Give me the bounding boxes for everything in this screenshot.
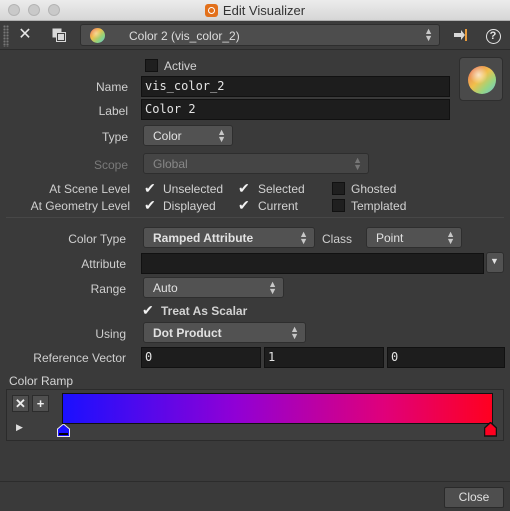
scene-level-label: At Scene Level [49,182,130,196]
scene-ghosted-checkbox[interactable] [332,182,345,195]
color-type-label: Color Type [68,232,126,246]
geometry-displayed-checkbox[interactable]: ✔ [144,198,158,212]
geometry-current-checkbox[interactable]: ✔ [238,198,252,212]
scene-unselected-label: Unselected [163,182,224,196]
chevron-updown-icon: ▲ ▼ [446,229,455,246]
footer: Close [0,481,510,511]
chevron-updown-icon: ▲ ▼ [290,324,299,341]
ramp-key-start-marker[interactable] [57,424,70,437]
geometry-displayed-label: Displayed [163,199,216,213]
color-type-select-value: Ramped Attribute [153,231,254,245]
scene-ghosted-label: Ghosted [351,182,397,196]
copy-icon[interactable] [48,24,70,46]
name-label: Name [95,80,128,94]
chevron-updown-icon: ▲ ▼ [217,127,226,144]
label-label: Label [98,104,128,118]
name-field[interactable]: vis_color_2 [141,76,450,97]
treat-as-scalar-label: Treat As Scalar [161,304,248,318]
window-title: Edit Visualizer [222,3,306,18]
attribute-label: Attribute [81,257,126,271]
chevron-updown-icon: ▲ ▼ [353,155,362,172]
ramp-key-end-marker[interactable] [484,422,497,437]
active-checkbox[interactable] [145,59,158,72]
help-icon[interactable]: ? [482,24,504,46]
expand-triangle-icon[interactable]: ▶ [16,422,23,433]
chevron-updown-icon: ▲ ▼ [299,229,308,246]
scope-select: Global ▲ ▼ [143,153,369,174]
add-key-icon[interactable]: + [32,395,49,412]
range-label: Range [90,282,126,296]
color-type-select[interactable]: Ramped Attribute ▲ ▼ [143,227,315,248]
class-select[interactable]: Point ▲ ▼ [366,227,462,248]
reference-vector-y[interactable]: 1 [264,347,384,368]
range-select-value: Auto [153,281,178,295]
type-select[interactable]: Color ▲ ▼ [143,125,233,146]
title-bar: Edit Visualizer [0,0,510,21]
close-button[interactable]: Close [444,487,504,508]
chevron-down-icon: ▼ [490,256,499,266]
color-ramp-label: Color Ramp [9,374,74,388]
chevron-updown-icon: ▲ ▼ [424,26,433,43]
reference-vector-z[interactable]: 0 [387,347,505,368]
color-ball-icon [468,66,496,94]
using-select-value: Dot Product [153,326,222,340]
section-divider [6,217,504,218]
remove-key-icon[interactable]: ✕ [12,395,29,412]
treat-as-scalar-checkbox[interactable]: ✔ [142,303,156,317]
class-label: Class [321,232,352,246]
type-label: Type [101,130,128,144]
scope-select-value: Global [153,157,188,171]
using-select[interactable]: Dot Product ▲ ▼ [143,322,306,343]
reference-vector-x[interactable]: 0 [141,347,261,368]
visualizer-select-value: Color 2 (vis_color_2) [129,29,240,43]
close-icon[interactable]: ✕ [14,24,36,46]
geometry-templated-label: Templated [351,199,407,213]
scene-selected-checkbox[interactable]: ✔ [238,181,252,195]
visualizer-select[interactable]: Color 2 (vis_color_2) ▲ ▼ [80,24,440,46]
label-field[interactable]: Color 2 [141,99,450,120]
drag-grip-icon[interactable] [3,25,9,47]
scene-unselected-checkbox[interactable]: ✔ [144,181,158,195]
range-select[interactable]: Auto ▲ ▼ [143,277,284,298]
visualizer-preview[interactable] [459,57,503,101]
reference-vector-label: Reference Vector [33,351,126,365]
geometry-current-label: Current [258,199,299,213]
type-select-value: Color [153,129,182,143]
window-title-container: Edit Visualizer [0,3,510,18]
pin-icon[interactable] [450,24,472,46]
class-select-value: Point [376,231,404,245]
scene-selected-label: Selected [258,182,305,196]
color-ramp-gradient[interactable] [62,393,493,424]
chevron-updown-icon: ▲ ▼ [268,279,277,296]
attribute-field[interactable] [141,253,484,274]
color-visualizer-icon [90,28,105,43]
attribute-menu-button[interactable]: ▼ [486,252,504,273]
geometry-level-label: At Geometry Level [30,199,130,213]
scope-label: Scope [93,158,128,172]
using-label: Using [95,327,126,341]
geometry-templated-checkbox[interactable] [332,199,345,212]
active-label: Active [164,59,197,73]
houdini-app-icon [204,4,218,17]
